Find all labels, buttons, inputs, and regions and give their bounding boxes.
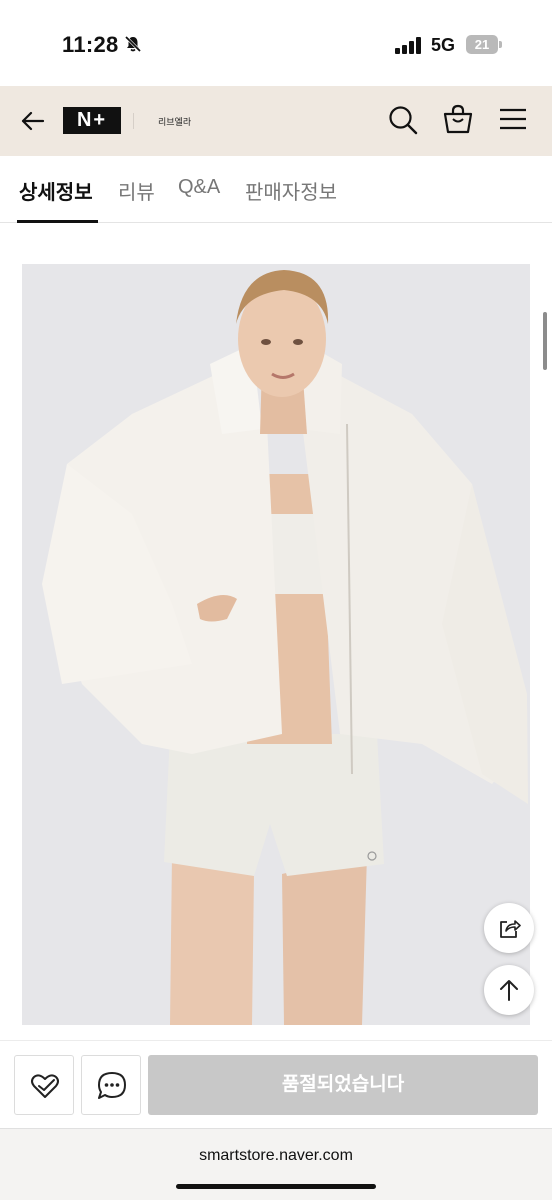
url-text[interactable]: smartstore.naver.com bbox=[0, 1147, 552, 1165]
network-type: 5G bbox=[431, 35, 456, 55]
back-arrow-icon[interactable] bbox=[20, 108, 46, 134]
chat-bubble-icon bbox=[98, 1072, 126, 1099]
bottom-action-bar: 품절되었습니다 bbox=[0, 1040, 552, 1128]
store-name[interactable]: 리브엘라 bbox=[158, 115, 191, 128]
cell-signal-icon bbox=[395, 36, 423, 54]
tab-seller-info[interactable]: 판매자정보 bbox=[245, 176, 337, 205]
hamburger-menu-icon[interactable] bbox=[499, 107, 527, 131]
status-bar: 11:28 5G 21 bbox=[0, 0, 552, 86]
browser-url-bar[interactable]: smartstore.naver.com bbox=[0, 1128, 552, 1200]
tab-detail[interactable]: 상세정보 bbox=[19, 176, 93, 205]
soldout-button: 품절되었습니다 bbox=[148, 1055, 538, 1115]
arrow-up-icon bbox=[500, 980, 518, 1001]
battery-icon: 21 bbox=[466, 35, 502, 54]
share-icon bbox=[500, 920, 521, 938]
product-tabs: 상세정보 리뷰 Q&A 판매자정보 bbox=[0, 156, 552, 223]
wishlist-button[interactable] bbox=[14, 1055, 74, 1115]
scroll-to-top-button[interactable] bbox=[484, 965, 534, 1015]
product-image bbox=[22, 264, 530, 1025]
shopping-bag-icon[interactable] bbox=[443, 104, 473, 134]
search-icon[interactable] bbox=[388, 105, 418, 135]
product-photo-illustration bbox=[22, 264, 530, 1025]
silent-bell-icon bbox=[124, 35, 142, 53]
store-header: N+ 리브엘라 bbox=[0, 86, 552, 156]
heart-check-icon bbox=[31, 1074, 59, 1098]
battery-level: 21 bbox=[466, 35, 498, 54]
scrollbar-thumb[interactable] bbox=[543, 312, 547, 370]
tab-review[interactable]: 리뷰 bbox=[118, 176, 155, 205]
naver-plus-logo[interactable]: N+ bbox=[63, 107, 121, 134]
tab-qna[interactable]: Q&A bbox=[178, 176, 220, 199]
logo-divider bbox=[133, 113, 134, 129]
chat-button[interactable] bbox=[81, 1055, 141, 1115]
status-time: 11:28 bbox=[62, 32, 119, 57]
share-button[interactable] bbox=[484, 903, 534, 953]
home-indicator[interactable] bbox=[176, 1184, 376, 1189]
active-tab-indicator bbox=[17, 220, 98, 223]
